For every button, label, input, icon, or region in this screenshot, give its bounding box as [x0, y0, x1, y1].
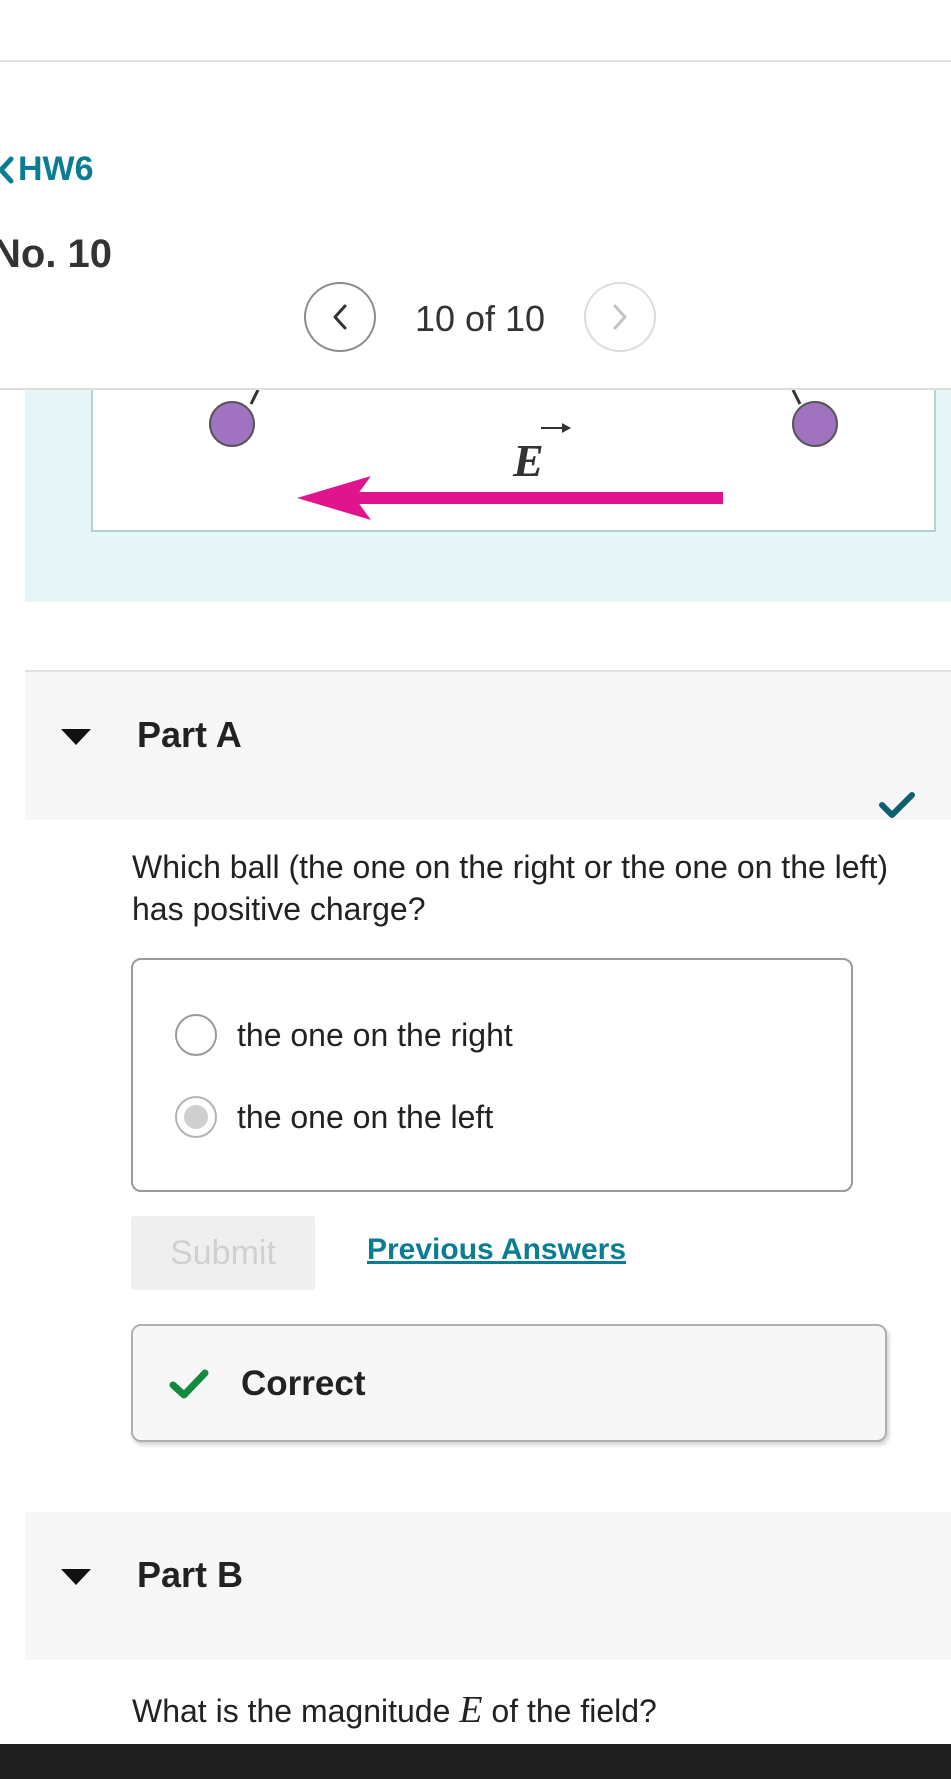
part-b-header[interactable]: Part B [25, 1512, 951, 1660]
top-bar [0, 0, 951, 62]
submit-button[interactable]: Submit [131, 1216, 315, 1290]
vector-arrow-over-e-head [562, 423, 571, 433]
radio-button-selected[interactable] [175, 1096, 217, 1138]
choice-label: the one on the right [237, 1016, 513, 1053]
next-item-button[interactable] [584, 282, 656, 352]
part-b-question: What is the magnitude E of the field? [132, 1688, 657, 1732]
figure-panel: E [25, 390, 951, 602]
bottom-bar [0, 1744, 951, 1779]
right-ball [792, 401, 838, 447]
pager-label: 10 of 10 [414, 298, 546, 339]
right-ball-string [791, 390, 802, 405]
part-a-header[interactable]: Part A [25, 672, 951, 820]
checkmark-icon [879, 792, 915, 818]
caret-down-icon [61, 1569, 91, 1585]
part-b-title: Part B [137, 1554, 244, 1595]
checkmark-icon [169, 1369, 209, 1399]
item-pager: 10 of 10 [0, 282, 951, 354]
choice-label: the one on the left [237, 1098, 494, 1135]
back-to-assignment-link[interactable]: HW6 [0, 150, 94, 189]
feedback-box: Correct [131, 1324, 887, 1442]
choice-right[interactable]: the one on the right [175, 1014, 513, 1056]
field-label: E [513, 435, 544, 486]
feedback-text: Correct [241, 1364, 366, 1403]
part-b-question-text: What is the magnitude [132, 1693, 460, 1729]
chevron-left-icon [0, 156, 14, 183]
left-ball [209, 401, 255, 447]
part-b-question-variable: E [459, 1689, 483, 1731]
part-b-question-text-end: of the field? [482, 1693, 657, 1729]
chevron-left-icon [333, 304, 347, 330]
answer-choices: the one on the right the one on the left [131, 958, 853, 1192]
figure: E [91, 390, 936, 532]
previous-answers-link[interactable]: Previous Answers [367, 1233, 626, 1267]
left-ball-string [249, 390, 260, 405]
part-a-title: Part A [137, 714, 242, 755]
caret-down-icon [61, 729, 91, 745]
chevron-right-icon [613, 304, 627, 330]
choice-left[interactable]: the one on the left [175, 1096, 493, 1138]
item-title: No. 10 [0, 232, 113, 276]
part-a-question: Which ball (the one on the right or the … [132, 849, 889, 927]
radio-button[interactable] [175, 1014, 217, 1056]
previous-item-button[interactable] [304, 282, 376, 352]
back-link-label: HW6 [18, 150, 94, 188]
